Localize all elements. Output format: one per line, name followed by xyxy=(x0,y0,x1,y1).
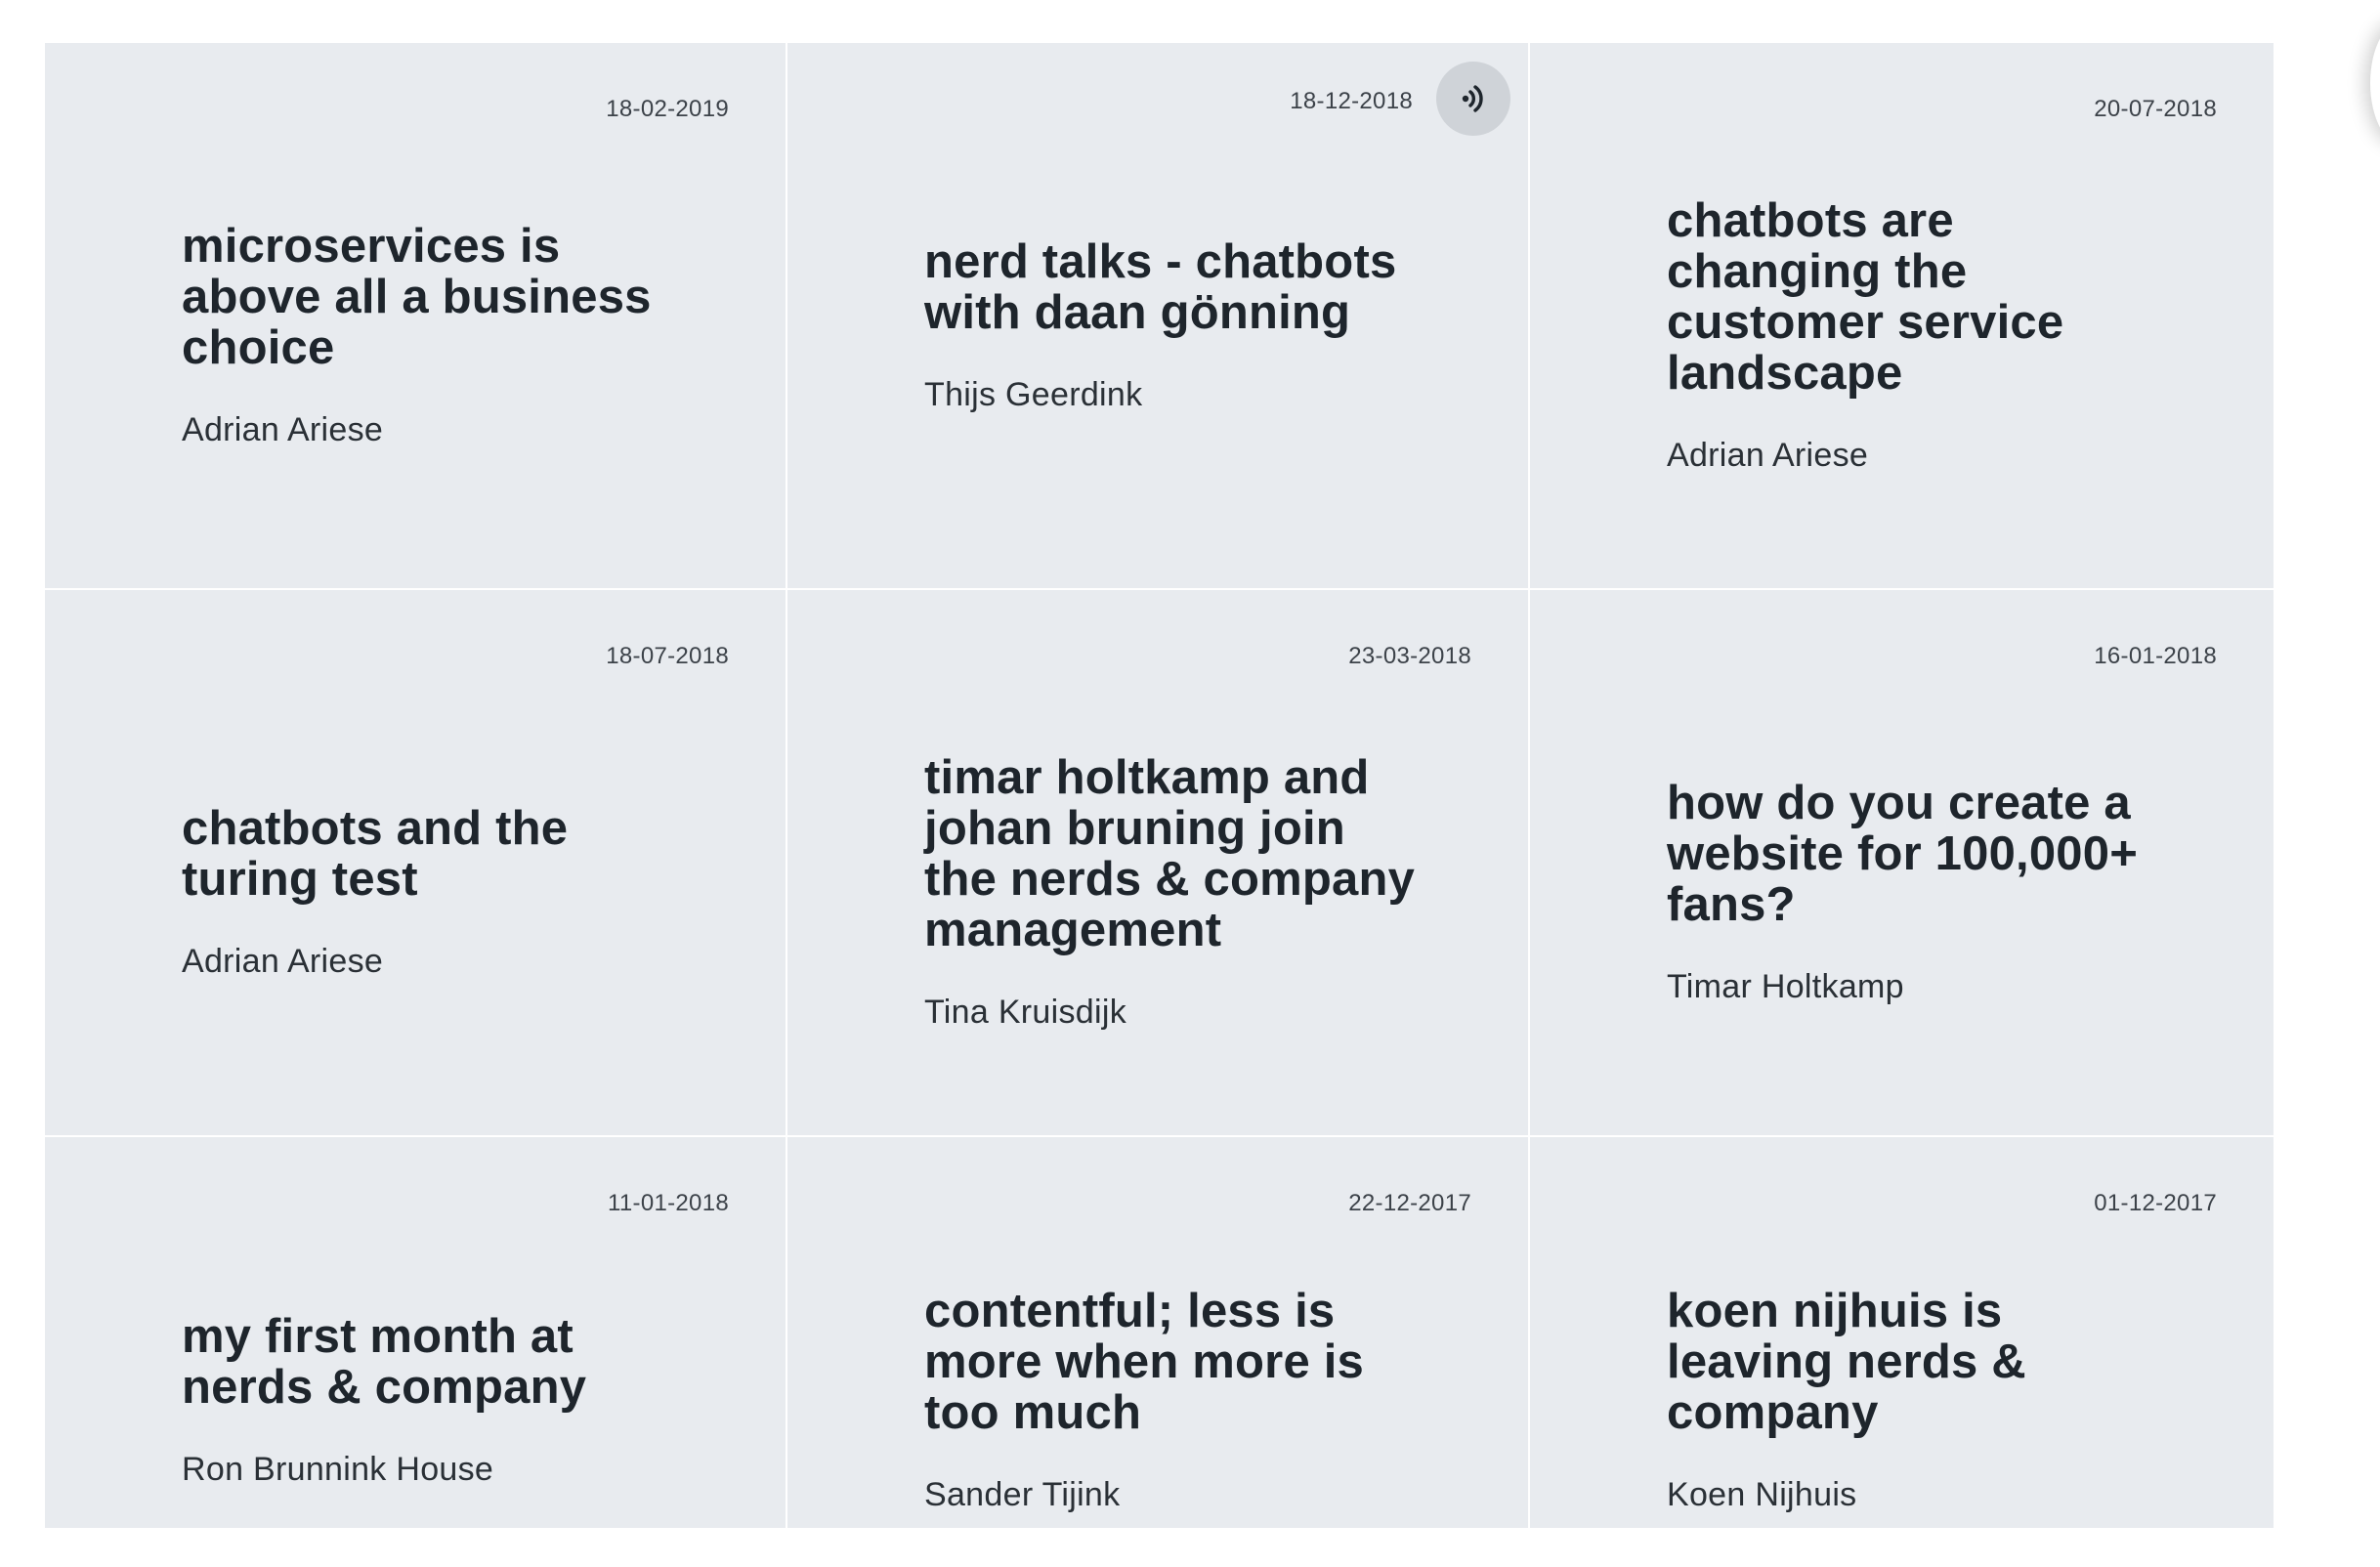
card-author: Adrian Ariese xyxy=(1667,437,1869,474)
blog-page: 18-02-2019 microservices is above all a … xyxy=(0,0,2380,1567)
card-author: Timar Holtkamp xyxy=(1667,968,1904,1005)
podcast-audio-icon xyxy=(1436,62,1510,136)
card-title[interactable]: koen nijhuis is leaving nerds & company xyxy=(1667,1286,2176,1438)
floating-panel-edge[interactable] xyxy=(2370,20,2380,147)
blog-card[interactable]: 20-07-2018 chatbots are changing the cus… xyxy=(1530,43,2274,590)
blog-card[interactable]: 16-01-2018 how do you create a website f… xyxy=(1530,590,2274,1137)
card-title[interactable]: timar holtkamp and johan bruning join th… xyxy=(924,694,1430,955)
card-title[interactable]: nerd talks - chatbots with daan gönning xyxy=(924,217,1430,338)
blog-card[interactable]: 23-03-2018 timar holtkamp and johan brun… xyxy=(787,590,1530,1137)
card-author: Sander Tijink xyxy=(924,1476,1121,1513)
card-title[interactable]: how do you create a website for 100,000+… xyxy=(1667,719,2176,930)
card-author: Adrian Ariese xyxy=(182,411,384,448)
card-author: Koen Nijhuis xyxy=(1667,1476,1857,1513)
blog-card[interactable]: 18-12-2018 nerd talks - chatbots with da… xyxy=(787,43,1530,590)
card-author: Tina Kruisdijk xyxy=(924,994,1127,1031)
card-author: Ron Brunnink House xyxy=(182,1451,494,1488)
card-title[interactable]: chatbots and the turing test xyxy=(182,744,688,905)
card-title[interactable]: microservices is above all a business ch… xyxy=(182,182,688,373)
blog-card[interactable]: 11-01-2018 my first month at nerds & com… xyxy=(45,1137,787,1528)
card-title[interactable]: chatbots are changing the customer servi… xyxy=(1667,156,2176,399)
blog-card[interactable]: 22-12-2017 contentful; less is more when… xyxy=(787,1137,1530,1528)
blog-grid: 18-02-2019 microservices is above all a … xyxy=(45,43,2274,1528)
card-author: Adrian Ariese xyxy=(182,943,384,980)
card-title[interactable]: contentful; less is more when more is to… xyxy=(924,1286,1430,1438)
card-title[interactable]: my first month at nerds & company xyxy=(182,1311,688,1413)
blog-card[interactable]: 18-07-2018 chatbots and the turing test … xyxy=(45,590,787,1137)
blog-card[interactable]: 18-02-2019 microservices is above all a … xyxy=(45,43,787,590)
card-author: Thijs Geerdink xyxy=(924,376,1143,413)
blog-card[interactable]: 01-12-2017 koen nijhuis is leaving nerds… xyxy=(1530,1137,2274,1528)
